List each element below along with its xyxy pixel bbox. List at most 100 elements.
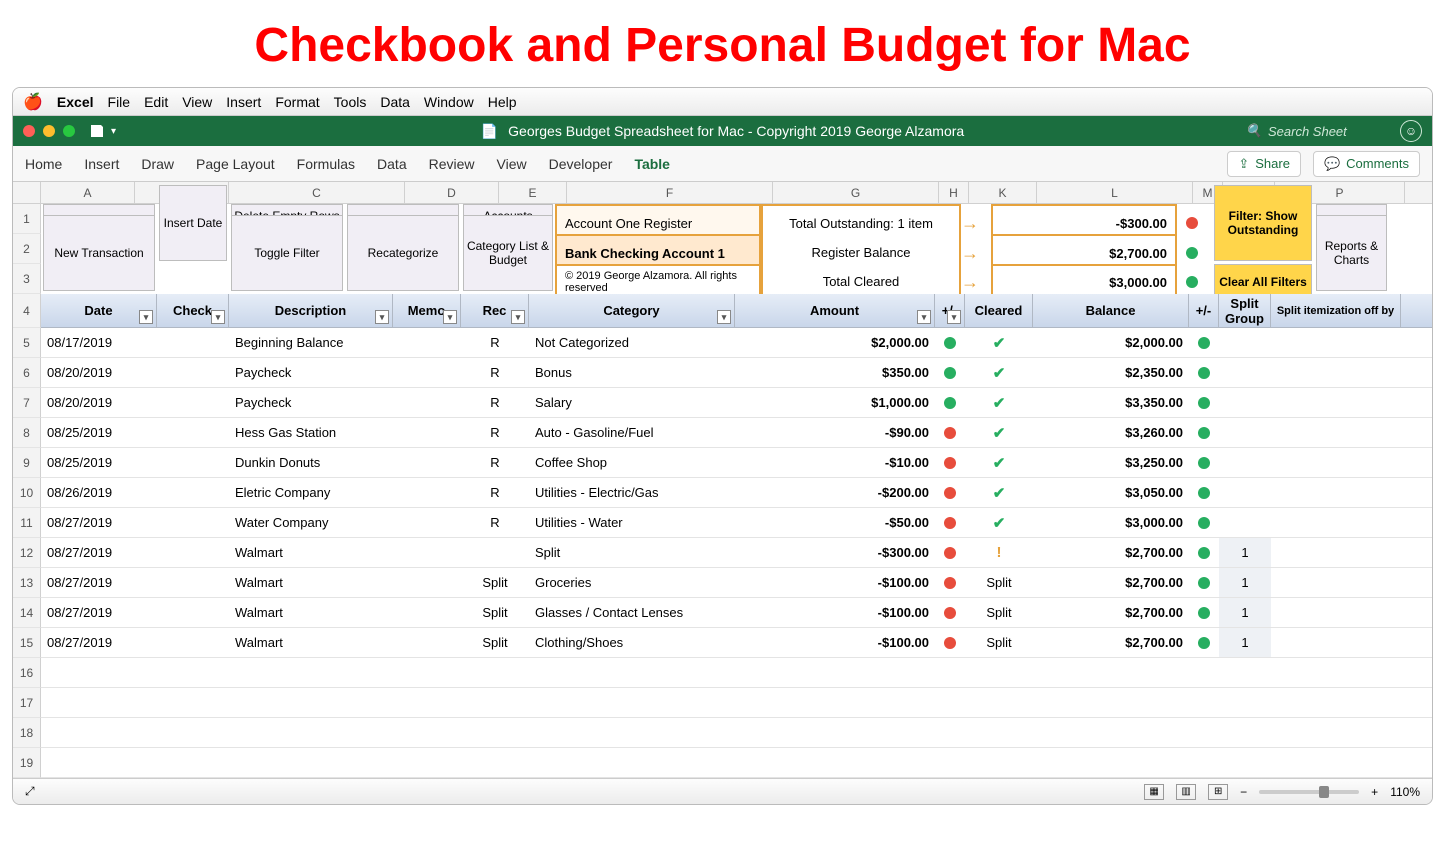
cell-desc[interactable]: Paycheck xyxy=(229,358,393,387)
cell-date[interactable]: 08/27/2019 xyxy=(41,538,157,567)
maximize-icon[interactable] xyxy=(63,125,75,137)
table-row[interactable]: 08/20/2019PaycheckRBonus$350.00✔$2,350.0… xyxy=(41,358,1432,388)
col-split-group[interactable]: Split Group xyxy=(1219,294,1271,327)
cell-split-group[interactable] xyxy=(1219,388,1271,417)
cell-memo[interactable] xyxy=(393,448,461,477)
cell-cleared[interactable]: ✔ xyxy=(965,358,1033,387)
zoom-value[interactable]: 110% xyxy=(1390,785,1420,799)
col-amount[interactable]: Amount▾ xyxy=(735,294,935,327)
cell-amount[interactable]: -$100.00 xyxy=(735,598,935,627)
page-layout-icon[interactable]: ⤢ xyxy=(25,784,35,799)
col-pm2[interactable]: +/- xyxy=(1189,294,1219,327)
apple-icon[interactable]: 🍎 xyxy=(23,92,43,112)
table-row[interactable]: 08/26/2019Eletric CompanyRUtilities - El… xyxy=(41,478,1432,508)
filter-icon[interactable]: ▾ xyxy=(511,310,525,324)
cell-split-item[interactable] xyxy=(1271,628,1401,657)
cell-check[interactable] xyxy=(157,418,229,447)
cell-amount[interactable]: -$200.00 xyxy=(735,478,935,507)
cell-category[interactable]: Coffee Shop xyxy=(529,448,735,477)
tab-draw[interactable]: Draw xyxy=(141,156,174,172)
menu-insert[interactable]: Insert xyxy=(226,94,261,110)
cell-amount[interactable]: -$100.00 xyxy=(735,628,935,657)
col-description[interactable]: Description▾ xyxy=(229,294,393,327)
cell-amount[interactable]: -$100.00 xyxy=(735,568,935,597)
cell-category[interactable]: Auto - Gasoline/Fuel xyxy=(529,418,735,447)
cell-category[interactable]: Clothing/Shoes xyxy=(529,628,735,657)
filter-icon[interactable]: ▾ xyxy=(211,310,225,324)
cell-amount[interactable]: -$300.00 xyxy=(735,538,935,567)
table-row[interactable]: 08/27/2019WalmartSplitGlasses / Contact … xyxy=(41,598,1432,628)
cell-split-item[interactable] xyxy=(1271,328,1401,357)
cell-cleared[interactable]: ! xyxy=(965,538,1033,567)
cell-split-group[interactable]: 1 xyxy=(1219,568,1271,597)
filter-icon[interactable]: ▾ xyxy=(443,310,457,324)
cell-desc[interactable]: Paycheck xyxy=(229,388,393,417)
tab-view[interactable]: View xyxy=(497,156,527,172)
table-row[interactable]: 08/25/2019Hess Gas StationRAuto - Gasoli… xyxy=(41,418,1432,448)
table-row[interactable]: 08/27/2019WalmartSplit-$300.00!$2,700.00… xyxy=(41,538,1432,568)
cell-amount[interactable]: $1,000.00 xyxy=(735,388,935,417)
cell-split-item[interactable] xyxy=(1271,508,1401,537)
cell-split-group[interactable] xyxy=(1219,328,1271,357)
cell-desc[interactable]: Water Company xyxy=(229,508,393,537)
search-sheet[interactable]: 🔍 xyxy=(1246,123,1388,139)
col-pm[interactable]: +/-▾ xyxy=(935,294,965,327)
menu-view[interactable]: View xyxy=(182,94,212,110)
cell-cleared[interactable]: ✔ xyxy=(965,478,1033,507)
cell-split-group[interactable]: 1 xyxy=(1219,538,1271,567)
cell-date[interactable]: 08/17/2019 xyxy=(41,328,157,357)
close-icon[interactable] xyxy=(23,125,35,137)
cell-split-item[interactable] xyxy=(1271,538,1401,567)
cell-category[interactable]: Utilities - Water xyxy=(529,508,735,537)
filter-icon[interactable]: ▾ xyxy=(375,310,389,324)
col-memo[interactable]: Memo▾ xyxy=(393,294,461,327)
cell-date[interactable]: 08/27/2019 xyxy=(41,598,157,627)
tab-developer[interactable]: Developer xyxy=(549,156,613,172)
cell-rec[interactable]: Split xyxy=(461,598,529,627)
menu-edit[interactable]: Edit xyxy=(144,94,168,110)
search-input[interactable] xyxy=(1268,124,1388,139)
cell-desc[interactable]: Eletric Company xyxy=(229,478,393,507)
col-balance[interactable]: Balance xyxy=(1033,294,1189,327)
app-menu[interactable]: Excel xyxy=(57,94,94,110)
col-cleared[interactable]: Cleared xyxy=(965,294,1033,327)
cell-rec[interactable]: R xyxy=(461,478,529,507)
page-layout-view-icon[interactable]: ▥ xyxy=(1176,784,1196,800)
table-row[interactable] xyxy=(41,718,1432,748)
cell-rec[interactable]: R xyxy=(461,508,529,537)
cell-date[interactable]: 08/25/2019 xyxy=(41,418,157,447)
cell-check[interactable] xyxy=(157,388,229,417)
cell-split-item[interactable] xyxy=(1271,388,1401,417)
cell-split-item[interactable] xyxy=(1271,598,1401,627)
cell-desc[interactable]: Dunkin Donuts xyxy=(229,448,393,477)
cell-desc[interactable]: Walmart xyxy=(229,568,393,597)
menu-format[interactable]: Format xyxy=(275,94,319,110)
cell-date[interactable]: 08/20/2019 xyxy=(41,358,157,387)
table-row[interactable]: 08/20/2019PaycheckRSalary$1,000.00✔$3,35… xyxy=(41,388,1432,418)
cell-split-group[interactable]: 1 xyxy=(1219,598,1271,627)
menu-data[interactable]: Data xyxy=(380,94,410,110)
cell-date[interactable]: 08/26/2019 xyxy=(41,478,157,507)
cell-split-group[interactable] xyxy=(1219,478,1271,507)
tab-page-layout[interactable]: Page Layout xyxy=(196,156,275,172)
cell-cleared[interactable]: Split xyxy=(965,568,1033,597)
cell-cleared[interactable]: Split xyxy=(965,628,1033,657)
cell-cleared[interactable]: ✔ xyxy=(965,388,1033,417)
tab-insert[interactable]: Insert xyxy=(84,156,119,172)
cell-category[interactable]: Groceries xyxy=(529,568,735,597)
table-row[interactable]: 08/27/2019Water CompanyRUtilities - Wate… xyxy=(41,508,1432,538)
cell-split-item[interactable] xyxy=(1271,418,1401,447)
zoom-slider[interactable] xyxy=(1259,790,1359,794)
cell-check[interactable] xyxy=(157,568,229,597)
cell-desc[interactable]: Walmart xyxy=(229,628,393,657)
cell-check[interactable] xyxy=(157,448,229,477)
cell-memo[interactable] xyxy=(393,538,461,567)
cell-amount[interactable]: $350.00 xyxy=(735,358,935,387)
cell-rec[interactable] xyxy=(461,538,529,567)
cell-memo[interactable] xyxy=(393,508,461,537)
cell-desc[interactable]: Walmart xyxy=(229,598,393,627)
insert-date-button[interactable]: Insert Date xyxy=(159,185,227,261)
cell-cleared[interactable]: ✔ xyxy=(965,448,1033,477)
cell-desc[interactable]: Walmart xyxy=(229,538,393,567)
table-row[interactable] xyxy=(41,658,1432,688)
